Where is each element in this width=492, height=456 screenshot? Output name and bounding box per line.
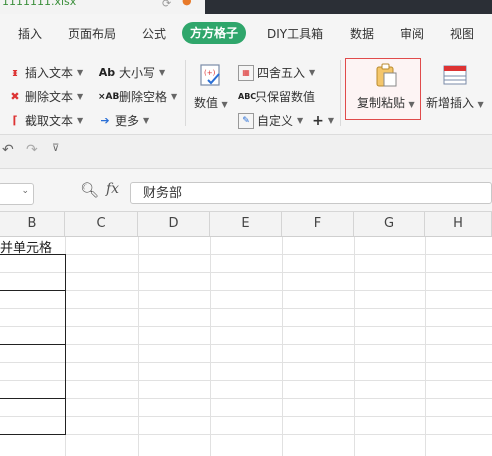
column-header-g[interactable]: G bbox=[354, 212, 425, 236]
column-header-d[interactable]: D bbox=[138, 212, 210, 236]
grid-line bbox=[0, 398, 492, 399]
abc-icon: ABC bbox=[238, 91, 257, 101]
insert-rows-icon bbox=[442, 62, 468, 88]
round-button[interactable]: ▦ 四舍五入 ▼ bbox=[238, 64, 315, 81]
sheet-grid[interactable]: 并单元格 bbox=[0, 237, 492, 456]
svg-text:(+): (+) bbox=[204, 69, 216, 77]
column-header-row: B C D E F G H bbox=[0, 212, 492, 237]
tab-insert[interactable]: 插入 bbox=[18, 25, 42, 42]
customize-quick-access-icon[interactable]: ⊽ bbox=[52, 143, 59, 154]
quick-access-bar: ↶ ↷ ⊽ bbox=[0, 135, 492, 169]
redo-icon[interactable]: ↷ bbox=[26, 142, 38, 158]
ribbon: ᵻ 插入文本 ▼ ✖ 删除文本 ▼ ⌈ 截取文本 ▼ Ab 大小写 ▼ ×AB 删除空格… bbox=[0, 52, 492, 135]
delete-text-button[interactable]: ✖ 删除文本 ▼ bbox=[8, 88, 83, 105]
cell-border bbox=[0, 254, 66, 255]
grid-line bbox=[0, 416, 492, 417]
grid-line bbox=[210, 237, 211, 456]
grid-line bbox=[354, 237, 355, 456]
fx-label[interactable]: fx bbox=[106, 181, 119, 197]
tab-data[interactable]: 数据 bbox=[350, 25, 374, 42]
formula-input[interactable]: 财务部 bbox=[130, 182, 492, 204]
column-header-h[interactable]: H bbox=[425, 212, 492, 236]
delete-text-icon: ✖ bbox=[10, 89, 20, 103]
chevron-down-icon[interactable]: ⌄ bbox=[21, 186, 29, 196]
copy-paste-button[interactable]: 复制粘贴 ▼ bbox=[357, 62, 415, 111]
delete-spaces-icon: ×AB bbox=[98, 91, 120, 102]
insert-text-icon: ᵻ bbox=[12, 65, 18, 79]
clipboard-icon bbox=[373, 62, 399, 88]
title-bar: 1111111.xlsx ⟳ ● bbox=[0, 0, 492, 14]
insert-text-button[interactable]: ᵻ 插入文本 ▼ bbox=[8, 64, 83, 81]
keep-numbers-label: 只保留数值 bbox=[255, 90, 316, 104]
case-button[interactable]: Ab 大小写 ▼ bbox=[98, 64, 165, 81]
grid-line bbox=[138, 237, 139, 456]
grid-line bbox=[0, 326, 492, 327]
custom-button[interactable]: ✎ 自定义 ▼ + ▼ bbox=[238, 112, 334, 129]
copy-paste-label: 复制粘贴 bbox=[357, 96, 406, 110]
tab-formulas[interactable]: 公式 bbox=[142, 25, 166, 42]
zoom-search-icon[interactable]: 🔍︎ bbox=[80, 181, 99, 199]
keep-numbers-button[interactable]: ABC 只保留数值 bbox=[238, 88, 315, 105]
new-insert-label: 新增插入 bbox=[426, 96, 475, 110]
grid-line bbox=[282, 237, 283, 456]
tab-review[interactable]: 审阅 bbox=[400, 25, 424, 42]
grid-line bbox=[0, 344, 492, 345]
arrow-right-icon: ➔ bbox=[100, 113, 110, 127]
delete-text-label: 删除文本 bbox=[25, 90, 74, 104]
grid-line bbox=[0, 362, 492, 363]
cell-border bbox=[0, 434, 66, 435]
new-insert-button[interactable]: 新增插入 ▼ bbox=[426, 62, 484, 111]
round-label: 四舍五入 bbox=[257, 66, 306, 80]
tab-diy-toolbox[interactable]: DIY工具箱 bbox=[267, 25, 323, 42]
value-button[interactable]: (+) 数值 ▼ bbox=[194, 62, 228, 111]
custom-edit-icon: ✎ bbox=[238, 112, 254, 129]
cell-border bbox=[0, 344, 66, 345]
status-dot-icon: ● bbox=[182, 0, 192, 7]
extract-text-icon: ⌈ bbox=[12, 113, 18, 127]
grid-line bbox=[0, 290, 492, 291]
menu-bar: 插入 页面布局 公式 方方格子 DIY工具箱 数据 审阅 视图 bbox=[0, 14, 492, 52]
more-button[interactable]: ➔ 更多 ▼ bbox=[98, 112, 149, 129]
value-icon: (+) bbox=[198, 62, 224, 88]
grid-line bbox=[0, 272, 492, 273]
column-header-f[interactable]: F bbox=[282, 212, 354, 236]
tab-page-layout[interactable]: 页面布局 bbox=[68, 25, 116, 42]
delete-spaces-button[interactable]: ×AB 删除空格 ▼ bbox=[98, 88, 177, 105]
case-icon: Ab bbox=[98, 65, 116, 79]
grid-line bbox=[0, 434, 492, 435]
grid-line bbox=[425, 237, 426, 456]
column-header-b[interactable]: B bbox=[0, 212, 65, 236]
round-icon: ▦ bbox=[238, 64, 254, 81]
tab-view[interactable]: 视图 bbox=[450, 25, 474, 42]
ribbon-separator bbox=[340, 60, 341, 126]
cell-border bbox=[0, 398, 66, 399]
add-icon[interactable]: + bbox=[312, 113, 324, 129]
ribbon-separator bbox=[185, 60, 186, 126]
name-box[interactable]: ⌄ bbox=[0, 183, 34, 205]
file-name: 1111111.xlsx bbox=[2, 0, 77, 8]
cell-border bbox=[65, 254, 66, 435]
undo-icon[interactable]: ↶ bbox=[2, 142, 14, 158]
title-dark-area bbox=[205, 0, 492, 14]
cell-border bbox=[0, 290, 66, 291]
value-label: 数值 bbox=[194, 96, 219, 110]
formula-bar: ⌄ 🔍︎ fx 财务部 bbox=[0, 169, 492, 212]
more-label: 更多 bbox=[115, 114, 140, 128]
column-header-e[interactable]: E bbox=[210, 212, 282, 236]
column-header-c[interactable]: C bbox=[65, 212, 138, 236]
insert-text-label: 插入文本 bbox=[25, 66, 74, 80]
custom-label: 自定义 bbox=[257, 114, 294, 128]
tab-fangfang[interactable]: 方方格子 bbox=[182, 22, 247, 44]
grid-line bbox=[0, 380, 492, 381]
extract-text-label: 截取文本 bbox=[25, 114, 74, 128]
extract-text-button[interactable]: ⌈ 截取文本 ▼ bbox=[8, 112, 83, 129]
delete-spaces-label: 删除空格 bbox=[119, 90, 168, 104]
case-label: 大小写 bbox=[119, 66, 156, 80]
grid-line bbox=[0, 254, 492, 255]
sync-icon[interactable]: ⟳ bbox=[162, 0, 171, 10]
grid-line bbox=[0, 308, 492, 309]
